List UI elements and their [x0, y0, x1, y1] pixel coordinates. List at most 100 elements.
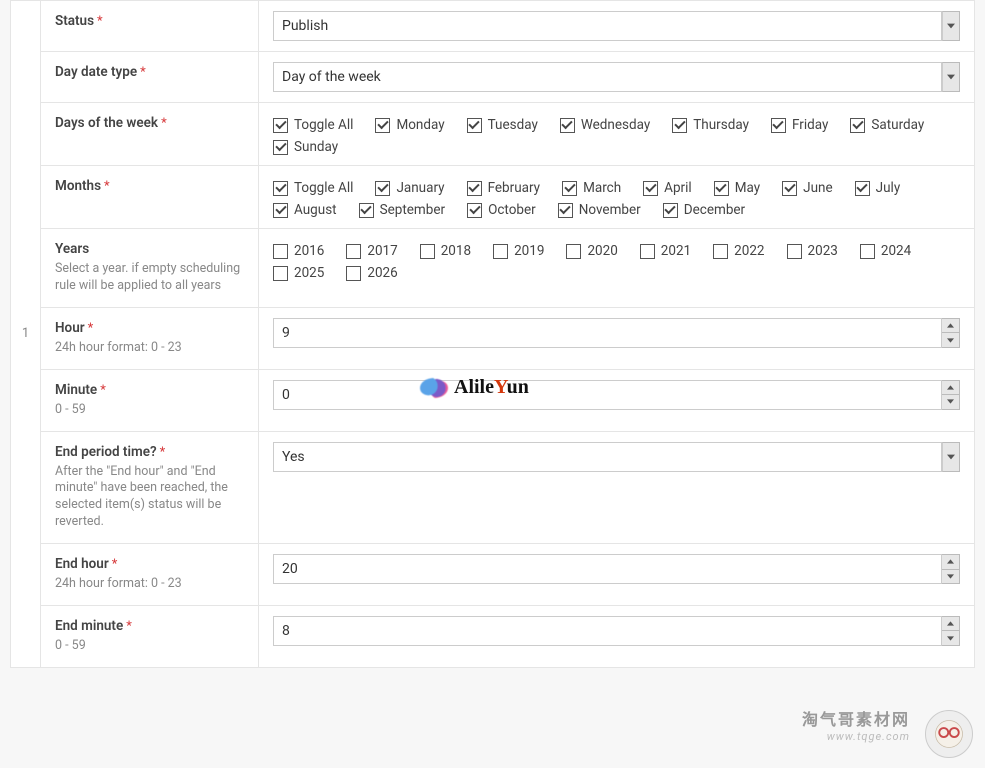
checkbox-label: Sunday: [294, 139, 338, 155]
chevron-up-icon: [942, 319, 959, 334]
checkbox-icon: [560, 118, 575, 133]
checkbox-label: July: [876, 180, 901, 196]
hour-input[interactable]: 9: [273, 318, 960, 348]
days-of-week-label: Days of the week: [55, 115, 158, 131]
end-hour-input[interactable]: 20: [273, 554, 960, 584]
checkbox-label: 2020: [587, 243, 617, 259]
watermark-tqge: 淘气哥素材网 www.tqge.com: [802, 706, 910, 743]
checkbox-label: February: [488, 180, 541, 196]
month-checkbox[interactable]: March: [562, 180, 621, 196]
checkbox-label: Toggle All: [294, 180, 353, 196]
checkbox-icon: [640, 244, 655, 259]
month-checkbox[interactable]: September: [359, 202, 445, 218]
checkbox-icon: [467, 118, 482, 133]
year-checkbox[interactable]: 2023: [787, 243, 838, 259]
checkbox-label: April: [664, 180, 692, 196]
year-checkbox[interactable]: 2024: [860, 243, 911, 259]
checkbox-label: October: [488, 202, 536, 218]
checkbox-icon: [643, 181, 658, 196]
year-checkbox[interactable]: 2016: [273, 243, 324, 259]
year-checkbox[interactable]: 2022: [713, 243, 764, 259]
day-date-type-label: Day date type: [55, 64, 137, 80]
month-checkbox[interactable]: August: [273, 202, 337, 218]
year-checkbox[interactable]: 2026: [346, 265, 397, 281]
required-asterisk: *: [97, 14, 103, 29]
number-spinner[interactable]: [942, 554, 960, 584]
avatar: [925, 710, 973, 758]
day-checkbox[interactable]: Wednesday: [560, 117, 650, 133]
year-checkbox[interactable]: 2025: [273, 265, 324, 281]
checkbox-label: 2019: [514, 243, 544, 259]
checkbox-icon: [420, 244, 435, 259]
end-hour-label: End hour: [55, 556, 109, 572]
number-spinner[interactable]: [942, 380, 960, 410]
year-checkbox[interactable]: 2018: [420, 243, 471, 259]
year-checkbox[interactable]: 2021: [640, 243, 691, 259]
day-checkbox[interactable]: Saturday: [850, 117, 924, 133]
checkbox-icon: [273, 118, 288, 133]
checkbox-icon: [713, 244, 728, 259]
checkbox-icon: [375, 118, 390, 133]
day-checkbox[interactable]: Thursday: [672, 117, 749, 133]
checkbox-icon: [663, 203, 678, 218]
row-end-period: End period time?* After the "End hour" a…: [41, 432, 974, 545]
row-end-minute: End minute* 0 - 59 8: [41, 606, 974, 667]
checkbox-label: Thursday: [693, 117, 749, 133]
checkbox-label: November: [579, 202, 641, 218]
checkbox-label: Saturday: [871, 117, 924, 133]
checkbox-icon: [855, 181, 870, 196]
checkbox-label: August: [294, 202, 337, 218]
required-asterisk: *: [104, 179, 110, 194]
day-checkbox[interactable]: Toggle All: [273, 117, 353, 133]
day-checkbox[interactable]: Monday: [375, 117, 444, 133]
month-checkbox[interactable]: October: [467, 202, 536, 218]
checkbox-label: March: [583, 180, 621, 196]
month-checkbox[interactable]: May: [714, 180, 760, 196]
year-checkbox[interactable]: 2020: [566, 243, 617, 259]
month-checkbox[interactable]: February: [467, 180, 541, 196]
checkbox-label: 2021: [661, 243, 691, 259]
checkbox-icon: [273, 244, 288, 259]
day-checkbox[interactable]: Tuesday: [467, 117, 538, 133]
years-label: Years: [55, 241, 89, 257]
year-checkbox[interactable]: 2019: [493, 243, 544, 259]
day-date-type-select[interactable]: Day of the week: [273, 62, 960, 92]
day-checkbox[interactable]: Sunday: [273, 139, 338, 155]
checkbox-label: 2018: [441, 243, 471, 259]
end-minute-input[interactable]: 8: [273, 616, 960, 646]
month-checkbox[interactable]: April: [643, 180, 692, 196]
day-checkbox[interactable]: Friday: [771, 117, 828, 133]
end-period-select[interactable]: Yes: [273, 442, 960, 472]
chevron-down-icon: [942, 11, 960, 41]
required-asterisk: *: [112, 557, 118, 572]
end-minute-hint: 0 - 59: [55, 638, 244, 655]
checkbox-label: Toggle All: [294, 117, 353, 133]
end-minute-value: 8: [273, 616, 942, 646]
month-checkbox[interactable]: June: [782, 180, 833, 196]
minute-input[interactable]: 0: [273, 380, 960, 410]
number-spinner[interactable]: [942, 318, 960, 348]
years-checks: 2016 2017 2018 2019 2020 2021 2022 2023 2024 2025…: [273, 239, 960, 281]
month-checkbox[interactable]: January: [375, 180, 444, 196]
month-checkbox[interactable]: November: [558, 202, 641, 218]
year-checkbox[interactable]: 2017: [346, 243, 397, 259]
row-end-hour: End hour* 24h hour format: 0 - 23 20: [41, 544, 974, 606]
chevron-down-icon: [942, 333, 959, 347]
month-checkbox[interactable]: July: [855, 180, 901, 196]
month-checkbox[interactable]: December: [663, 202, 745, 218]
month-checkbox[interactable]: Toggle All: [273, 180, 353, 196]
status-select[interactable]: Publish: [273, 11, 960, 41]
row-days-of-week: Days of the week* Toggle AllMondayTuesda…: [41, 103, 974, 166]
status-label: Status: [55, 13, 94, 29]
chevron-down-icon: [942, 570, 959, 584]
months-label: Months: [55, 178, 101, 194]
end-minute-label: End minute: [55, 618, 123, 634]
checkbox-label: 2023: [808, 243, 838, 259]
chevron-up-icon: [942, 381, 959, 396]
checkbox-label: Monday: [396, 117, 444, 133]
number-spinner[interactable]: [942, 616, 960, 646]
row-hour: Hour* 24h hour format: 0 - 23 9: [41, 308, 974, 370]
checkbox-icon: [562, 181, 577, 196]
chevron-up-icon: [942, 617, 959, 632]
checkbox-label: 2016: [294, 243, 324, 259]
